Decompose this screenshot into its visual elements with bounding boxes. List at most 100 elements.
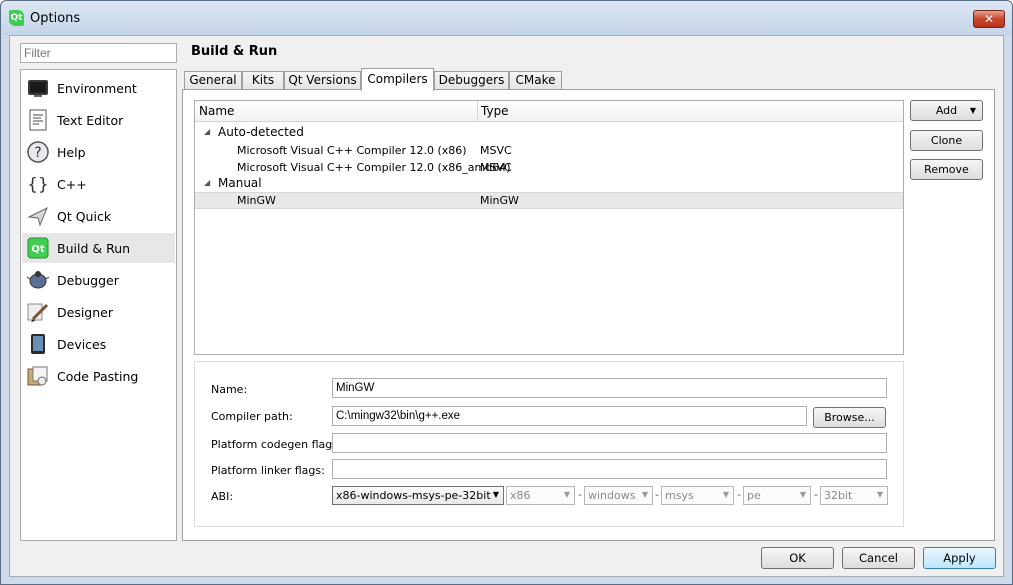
window-title: Options [30,11,81,26]
sidebar-item-label: Text Editor [57,112,124,128]
tree-group-manual[interactable]: ◢ Manual [195,175,903,192]
sidebar-item-code-pasting[interactable]: Code Pasting [22,361,175,391]
ok-button[interactable]: OK [761,547,834,569]
close-button[interactable]: ✕ [973,10,1005,28]
chevron-down-icon: ▼ [722,490,729,499]
abi-label: ABI: [211,490,234,503]
tab-compilers[interactable]: Compilers [361,68,434,91]
sidebar-item-environment[interactable]: Environment [22,73,175,103]
sidebar-item-label: Designer [57,304,113,320]
abi-select[interactable]: x86-windows-msys-pe-32bit ▼ [332,486,504,505]
codegen-flags-label: Platform codegen flags: [211,438,342,451]
options-window: Qt Options ✕ Environment Text Editor ? [0,0,1013,585]
sidebar-item-label: Devices [57,336,107,352]
add-button[interactable]: Add ▼ [910,100,983,121]
compilers-panel: Name Type ◢ Auto-detected Microsoft Visu… [182,89,995,541]
category-list[interactable]: Environment Text Editor ? Help {} C++ Qt… [20,69,177,541]
linker-flags-field[interactable] [332,459,887,479]
sidebar-item-label: Debugger [57,272,119,288]
tab-debuggers[interactable]: Debuggers [434,71,509,90]
build-run-icon: Qt [26,236,50,260]
browse-button[interactable]: Browse... [813,407,886,428]
column-header-name[interactable]: Name [199,104,234,118]
compiler-type: MSVC [480,144,512,157]
remove-button[interactable]: Remove [910,159,983,180]
sidebar-item-label: Build & Run [57,240,131,256]
cpp-icon: {} [26,172,50,196]
compiler-name: Microsoft Visual C++ Compiler 12.0 (x86_… [237,161,511,174]
tree-group-auto-detected[interactable]: ◢ Auto-detected [195,124,903,141]
abi-format-value: pe [747,489,761,502]
tree-row[interactable]: Microsoft Visual C++ Compiler 12.0 (x86)… [195,142,903,159]
title-bar[interactable]: Qt Options ✕ [1,1,1012,35]
sidebar-item-build-run[interactable]: Qt Build & Run [22,233,175,263]
compiler-name: Microsoft Visual C++ Compiler 12.0 (x86) [237,144,467,157]
environment-icon [26,76,50,100]
svg-text:{}: {} [27,175,49,195]
sidebar-item-label: Qt Quick [57,208,112,224]
sidebar-item-devices[interactable]: Devices [22,329,175,359]
codegen-flags-field[interactable] [332,433,887,453]
abi-select-value: x86-windows-msys-pe-32bit [336,489,491,502]
abi-flavor-select: msys ▼ [661,486,734,505]
name-field[interactable] [332,378,887,398]
compiler-tree[interactable]: Name Type ◢ Auto-detected Microsoft Visu… [194,100,904,355]
chevron-down-icon: ▼ [641,490,648,499]
compiler-path-field[interactable] [332,406,807,426]
abi-flavor-value: msys [665,489,694,502]
sidebar-item-label: Environment [57,80,137,96]
qt-creator-icon: Qt [9,10,24,26]
column-header-type[interactable]: Type [481,104,509,118]
chevron-down-icon: ▼ [969,106,976,115]
compiler-details: Name: Compiler path: Browse... Platform … [194,361,904,527]
abi-separator: - [814,488,818,501]
chevron-down-icon: ▼ [876,490,883,499]
chevron-down-icon: ▼ [799,490,806,499]
tab-general[interactable]: General [184,71,242,90]
dialog-body: Environment Text Editor ? Help {} C++ [9,35,1004,577]
sidebar-item-label: C++ [57,176,87,192]
abi-os-select: windows ▼ [584,486,653,505]
abi-separator: - [737,488,741,501]
sidebar-item-cpp[interactable]: {} C++ [22,169,175,199]
compiler-type: MinGW [480,194,519,207]
chevron-down-icon: ▼ [563,490,570,499]
tree-row-selected[interactable]: MinGW MinGW [195,192,903,209]
qt-quick-icon [26,204,50,228]
expand-arrow-icon[interactable]: ◢ [204,178,210,187]
compiler-name: MinGW [237,194,276,207]
name-label: Name: [211,383,248,396]
abi-architecture-value: x86 [510,489,531,502]
apply-button[interactable]: Apply [923,547,996,569]
tree-header: Name Type [195,101,903,122]
sidebar-item-designer[interactable]: Designer [22,297,175,327]
sidebar-item-label: Code Pasting [57,368,139,384]
add-button-label: Add [935,104,958,117]
cancel-button[interactable]: Cancel [842,547,915,569]
chevron-down-icon: ▼ [492,490,499,499]
expand-arrow-icon[interactable]: ◢ [204,127,210,136]
abi-os-value: windows [588,489,636,502]
abi-format-select: pe ▼ [743,486,811,505]
abi-separator: - [578,488,582,501]
tab-qt-versions[interactable]: Qt Versions [284,71,361,90]
tab-kits[interactable]: Kits [242,71,284,90]
code-pasting-icon [26,364,50,388]
sidebar-item-help[interactable]: ? Help [22,137,175,167]
sidebar-item-qt-quick[interactable]: Qt Quick [22,201,175,231]
abi-width-value: 32bit [824,489,853,502]
tree-row[interactable]: Microsoft Visual C++ Compiler 12.0 (x86_… [195,159,903,176]
devices-icon [26,332,50,356]
help-icon: ? [26,140,50,164]
clone-button[interactable]: Clone [910,130,983,151]
page-title: Build & Run [191,44,278,59]
linker-flags-label: Platform linker flags: [211,464,325,477]
text-editor-icon [26,108,50,132]
column-divider[interactable] [477,101,478,122]
abi-width-select: 32bit ▼ [820,486,888,505]
sidebar-item-debugger[interactable]: Debugger [22,265,175,295]
filter-input[interactable] [20,43,177,63]
svg-text:Qt: Qt [31,244,45,255]
sidebar-item-text-editor[interactable]: Text Editor [22,105,175,135]
tab-cmake[interactable]: CMake [509,71,562,90]
